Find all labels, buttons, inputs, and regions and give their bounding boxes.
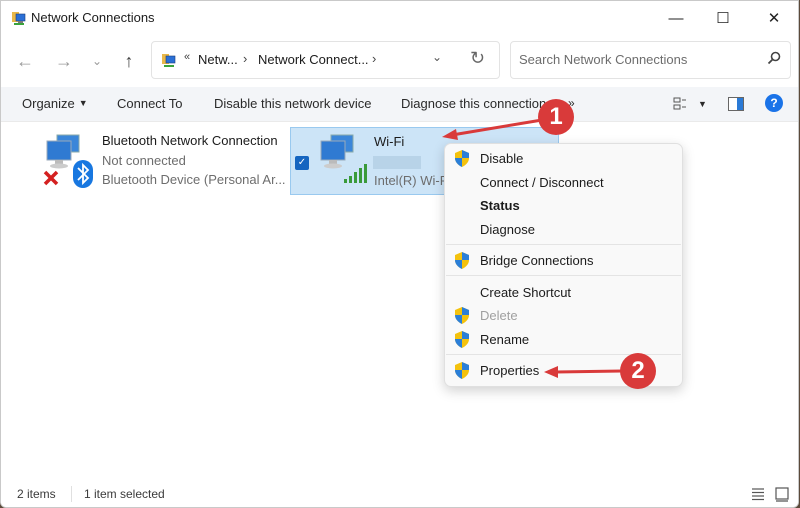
menu-label: Disable	[480, 151, 524, 166]
forward-arrow-icon: →	[55, 50, 73, 71]
search-input[interactable]: Search Network Connections	[510, 41, 791, 79]
refresh-icon[interactable]: ↻	[470, 48, 485, 69]
large-icons-view-icon[interactable]	[774, 486, 790, 502]
breadcrumb-network[interactable]: Netw...	[198, 52, 238, 67]
breadcrumb-separator-icon[interactable]: ›	[243, 51, 247, 66]
breadcrumb-separator-icon[interactable]: ›	[372, 51, 376, 66]
uac-shield-icon	[455, 362, 469, 379]
uac-shield-icon	[455, 307, 469, 324]
list-item-bluetooth-network-connection[interactable]: Bluetooth Network Connection Not connect…	[39, 126, 286, 192]
item-status: Not connected	[102, 153, 186, 168]
maximize-button[interactable]: ☐	[700, 1, 746, 35]
selection-count: 1 item selected	[84, 487, 165, 501]
minimize-icon: —	[668, 9, 684, 27]
search-placeholder: Search Network Connections	[519, 52, 688, 67]
maximize-icon: ☐	[716, 10, 730, 27]
help-icon[interactable]: ?	[765, 94, 783, 112]
address-dropdown-icon[interactable]: ⌄	[432, 50, 442, 64]
menu-label: Connect / Disconnect	[480, 175, 604, 190]
network-folder-icon	[162, 54, 176, 67]
address-bar[interactable]: « Netw... › Network Connect... › ⌄ ↻	[151, 41, 500, 79]
item-device: Bluetooth Device (Personal Ar...	[102, 172, 286, 187]
context-menu: Disable Connect / Disconnect Status Diag…	[444, 143, 683, 387]
preview-pane-icon[interactable]	[728, 97, 744, 111]
menu-separator	[446, 275, 681, 276]
menu-label: Diagnose	[480, 222, 535, 237]
menu-item-rename[interactable]: Rename	[449, 328, 678, 351]
connect-to-button[interactable]: Connect To	[117, 96, 183, 111]
signal-strength-icon	[344, 164, 367, 183]
redacted-network-name	[373, 156, 421, 169]
window-title: Network Connections	[31, 10, 155, 25]
status-divider	[71, 486, 72, 502]
close-icon: ✕	[767, 10, 781, 27]
close-button[interactable]: ✕	[751, 1, 797, 35]
menu-item-status[interactable]: Status	[449, 194, 678, 217]
menu-item-bridge-connections[interactable]: Bridge Connections	[449, 249, 678, 272]
menu-label: Delete	[480, 308, 518, 323]
menu-item-connect-disconnect[interactable]: Connect / Disconnect	[449, 171, 678, 194]
menu-label: Properties	[480, 363, 540, 378]
organize-label: Organize	[22, 96, 75, 111]
breadcrumb-network-connections[interactable]: Network Connect...	[258, 52, 369, 67]
chevron-down-icon: ⌄	[91, 54, 103, 68]
breadcrumb-overflow-icon[interactable]: «	[184, 51, 190, 63]
navigation-bar: ← → ⌄ ↑ « Netw... › Network Connect... ›…	[1, 35, 798, 87]
menu-item-diagnose[interactable]: Diagnose	[449, 218, 678, 241]
search-icon[interactable]	[766, 50, 782, 66]
uac-shield-icon	[455, 150, 469, 167]
disable-device-button[interactable]: Disable this network device	[214, 96, 372, 111]
view-options-caret-icon[interactable]: ▼	[698, 99, 707, 109]
menu-item-delete: Delete	[449, 304, 678, 327]
annotation-step-1: 1	[538, 99, 574, 135]
menu-label: Status	[480, 198, 520, 213]
bluetooth-icon	[73, 160, 93, 188]
network-connections-app-icon	[12, 12, 26, 25]
uac-shield-icon	[455, 252, 469, 269]
organize-button[interactable]: Organize ▼	[22, 96, 88, 111]
menu-item-create-shortcut[interactable]: Create Shortcut	[449, 281, 678, 304]
forward-button[interactable]: →	[50, 47, 78, 75]
item-name: Wi-Fi	[374, 134, 405, 149]
menu-label: Create Shortcut	[480, 285, 572, 300]
title-bar: Network Connections — ☐ ✕	[1, 1, 798, 35]
diagnose-connection-button[interactable]: Diagnose this connection	[401, 96, 546, 111]
annotation-step-2: 2	[620, 353, 656, 389]
command-bar: Organize ▼ Connect To Disable this networ…	[1, 87, 798, 122]
item-checkbox[interactable]: ✓	[295, 156, 309, 170]
details-view-icon[interactable]	[750, 486, 766, 502]
up-arrow-icon: ↑	[124, 50, 134, 71]
recent-locations-button[interactable]: ⌄	[83, 47, 111, 75]
menu-label: Bridge Connections	[480, 253, 594, 268]
change-view-icon[interactable]	[673, 96, 689, 112]
minimize-button[interactable]: —	[653, 1, 699, 35]
caret-down-icon: ▼	[78, 98, 88, 108]
menu-separator	[446, 244, 681, 245]
up-button[interactable]: ↑	[115, 47, 143, 75]
back-button[interactable]: ←	[11, 47, 39, 75]
back-arrow-icon: ←	[16, 50, 34, 71]
uac-shield-icon	[455, 331, 469, 348]
item-name: Bluetooth Network Connection	[102, 133, 278, 148]
disconnected-x-icon	[43, 170, 59, 186]
item-count: 2 items	[17, 487, 56, 501]
menu-label: Rename	[480, 332, 530, 347]
item-device: Intel(R) Wi-Fi	[374, 173, 451, 188]
status-bar: 2 items 1 item selected	[1, 481, 798, 507]
menu-item-disable[interactable]: Disable	[449, 147, 678, 170]
